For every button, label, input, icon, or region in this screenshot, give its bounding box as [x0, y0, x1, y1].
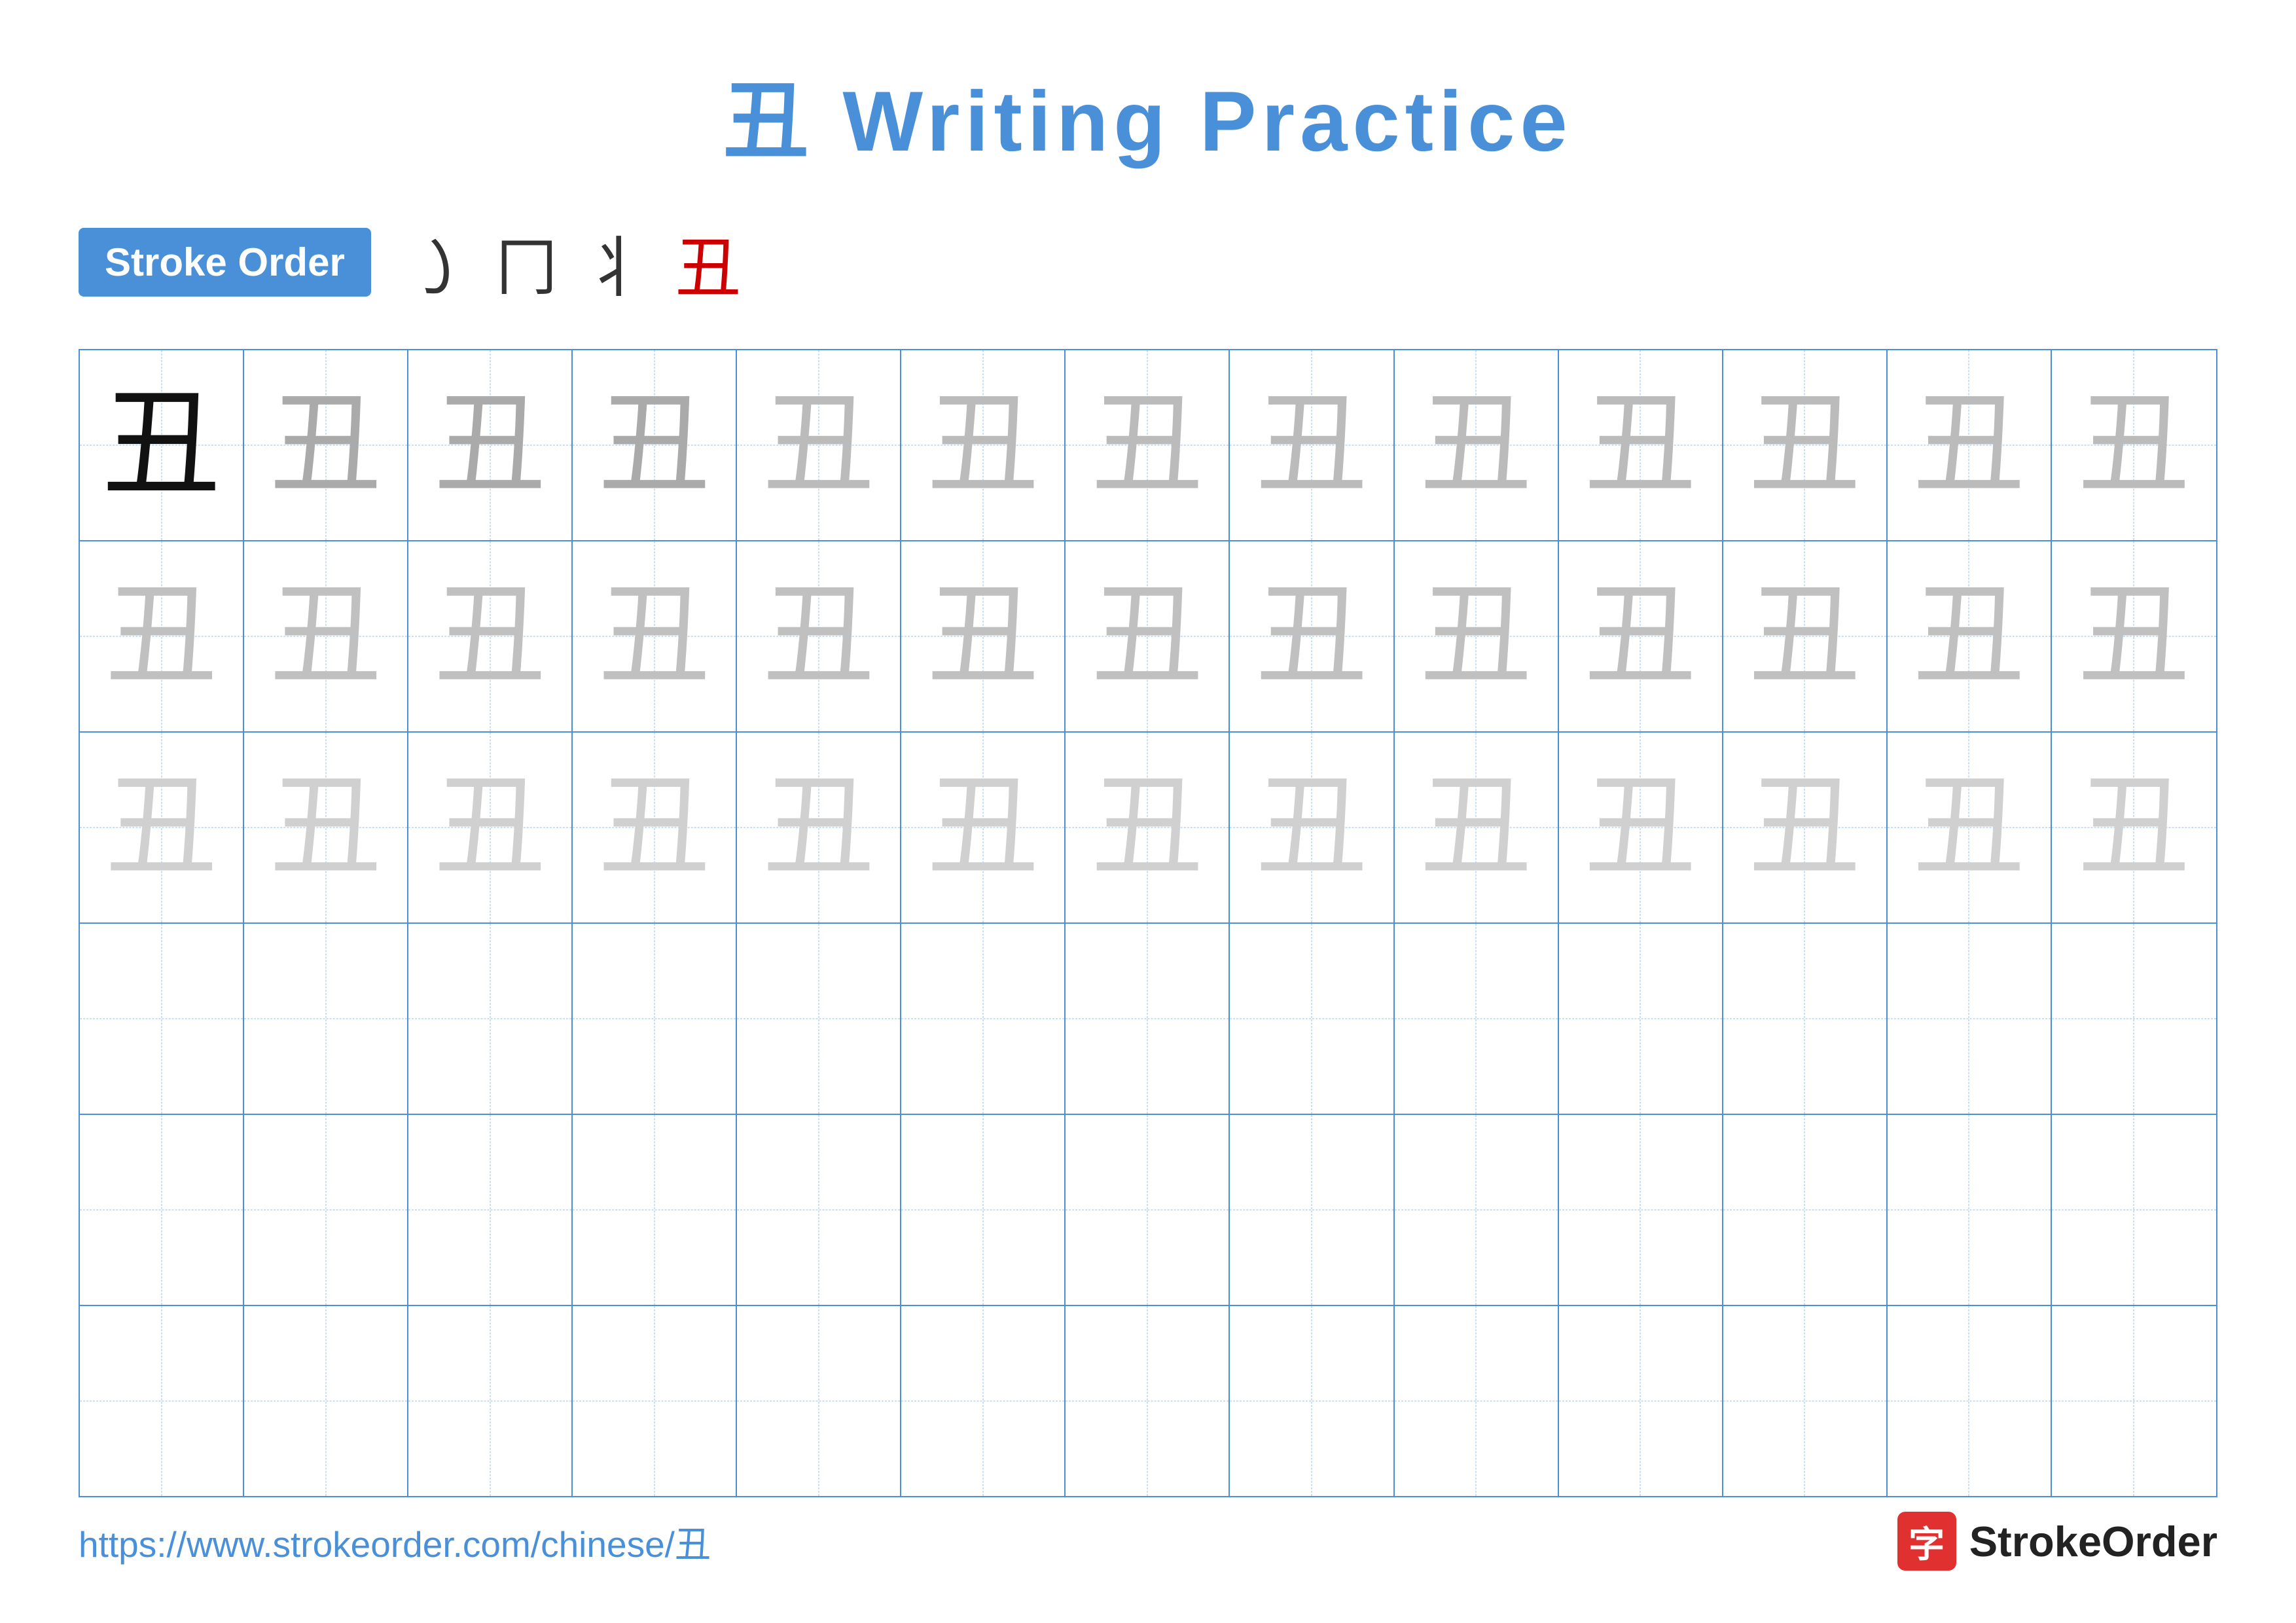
grid-cell: 丑 [1559, 733, 1723, 922]
stroke-steps: ㇁ 冂 丬 丑 [404, 215, 741, 310]
grid-cell: 丑 [737, 541, 901, 731]
grid-cell [1395, 1115, 1559, 1305]
grid-cell: 丑 [737, 350, 901, 540]
grid-cell [2052, 1115, 2216, 1305]
grid-cell: 丑 [1888, 541, 2052, 731]
grid-row-3 [80, 924, 2216, 1115]
grid-cell [901, 1306, 1066, 1496]
grid-cell: 丑 [1723, 541, 1888, 731]
grid-cell [573, 1115, 737, 1305]
stroke-step-4: 丑 [675, 215, 741, 310]
grid-cell: 丑 [1559, 541, 1723, 731]
grid-cell: 丑 [2052, 733, 2216, 922]
grid-cell: 丑 [573, 350, 737, 540]
grid-cell [244, 1306, 408, 1496]
grid-cell [1066, 1306, 1230, 1496]
grid-cell [1888, 1306, 2052, 1496]
grid-cell: 丑 [1559, 350, 1723, 540]
grid-cell: 丑 [901, 350, 1066, 540]
grid-cell: 丑 [244, 541, 408, 731]
grid-cell: 丑 [1723, 733, 1888, 922]
grid-cell [1723, 1306, 1888, 1496]
grid-cell [1723, 1115, 1888, 1305]
grid-cell [1230, 1306, 1394, 1496]
footer-url: https://www.strokeorder.com/chinese/丑 [79, 1515, 711, 1567]
grid-cell: 丑 [1395, 350, 1559, 540]
grid-cell [80, 1115, 244, 1305]
stroke-order-row: Stroke Order ㇁ 冂 丬 丑 [79, 215, 2217, 310]
grid-cell [1888, 924, 2052, 1114]
practice-grid: 丑丑丑丑丑丑丑丑丑丑丑丑丑丑丑丑丑丑丑丑丑丑丑丑丑丑丑丑丑丑丑丑丑丑丑丑丑丑丑 [79, 349, 2217, 1497]
grid-cell [1559, 1306, 1723, 1496]
grid-row-4 [80, 1115, 2216, 1306]
stroke-step-3: 丬 [584, 215, 649, 310]
grid-row-2: 丑丑丑丑丑丑丑丑丑丑丑丑丑 [80, 733, 2216, 924]
grid-cell: 丑 [573, 733, 737, 922]
grid-cell [1230, 1115, 1394, 1305]
grid-cell [1230, 924, 1394, 1114]
grid-cell: 丑 [80, 733, 244, 922]
stroke-step-1: ㇁ [404, 215, 469, 310]
grid-cell [408, 1115, 573, 1305]
grid-cell: 丑 [2052, 541, 2216, 731]
grid-cell [408, 924, 573, 1114]
stroke-order-badge: Stroke Order [79, 228, 371, 297]
grid-cell: 丑 [1888, 350, 2052, 540]
grid-cell [1559, 924, 1723, 1114]
grid-cell [408, 1306, 573, 1496]
grid-cell [901, 924, 1066, 1114]
grid-cell: 丑 [80, 541, 244, 731]
grid-cell [737, 1306, 901, 1496]
grid-cell: 丑 [573, 541, 737, 731]
grid-cell: 丑 [244, 350, 408, 540]
grid-cell: 丑 [1230, 541, 1394, 731]
grid-row-5 [80, 1306, 2216, 1496]
footer: https://www.strokeorder.com/chinese/丑 字 … [79, 1512, 2217, 1571]
footer-logo-icon: 字 [1897, 1512, 1956, 1571]
grid-cell: 丑 [1230, 733, 1394, 922]
grid-cell [737, 924, 901, 1114]
grid-cell: 丑 [1723, 350, 1888, 540]
grid-cell: 丑 [408, 541, 573, 731]
grid-cell [573, 924, 737, 1114]
grid-cell [1395, 924, 1559, 1114]
grid-cell [1888, 1115, 2052, 1305]
grid-cell: 丑 [901, 541, 1066, 731]
grid-cell [1395, 1306, 1559, 1496]
grid-cell: 丑 [80, 350, 244, 540]
grid-cell: 丑 [1066, 733, 1230, 922]
stroke-step-2: 冂 [495, 217, 558, 307]
grid-cell [80, 924, 244, 1114]
grid-cell [244, 1115, 408, 1305]
grid-cell: 丑 [1888, 733, 2052, 922]
page-title: 丑 Writing Practice [79, 52, 2217, 175]
page: 丑 Writing Practice Stroke Order ㇁ 冂 丬 丑 … [0, 0, 2296, 1623]
grid-cell: 丑 [901, 733, 1066, 922]
grid-cell: 丑 [408, 350, 573, 540]
grid-cell [80, 1306, 244, 1496]
grid-cell: 丑 [1395, 733, 1559, 922]
grid-cell: 丑 [1230, 350, 1394, 540]
grid-cell: 丑 [2052, 350, 2216, 540]
grid-cell: 丑 [1395, 541, 1559, 731]
footer-brand-text: StrokeOrder [1969, 1517, 2217, 1566]
grid-cell: 丑 [244, 733, 408, 922]
grid-cell: 丑 [737, 733, 901, 922]
grid-cell [1066, 924, 1230, 1114]
grid-cell [1066, 1115, 1230, 1305]
grid-cell: 丑 [1066, 541, 1230, 731]
grid-cell [737, 1115, 901, 1305]
grid-row-0: 丑丑丑丑丑丑丑丑丑丑丑丑丑 [80, 350, 2216, 541]
grid-cell [573, 1306, 737, 1496]
grid-cell [2052, 1306, 2216, 1496]
grid-cell [901, 1115, 1066, 1305]
grid-row-1: 丑丑丑丑丑丑丑丑丑丑丑丑丑 [80, 541, 2216, 733]
grid-cell [1559, 1115, 1723, 1305]
footer-brand: 字 StrokeOrder [1897, 1512, 2217, 1571]
grid-cell [2052, 924, 2216, 1114]
grid-cell [1723, 924, 1888, 1114]
grid-cell [244, 924, 408, 1114]
grid-cell: 丑 [1066, 350, 1230, 540]
grid-cell: 丑 [408, 733, 573, 922]
